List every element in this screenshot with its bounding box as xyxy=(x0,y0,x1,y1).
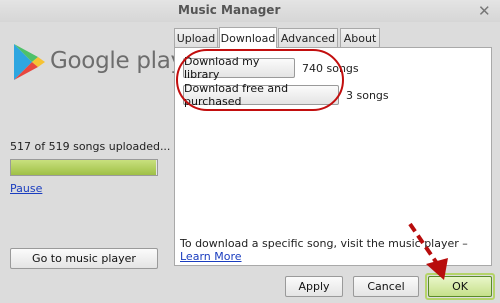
upload-progress-fill xyxy=(11,160,157,175)
google-play-wordmark: Google play xyxy=(50,48,184,74)
tab-about[interactable]: About xyxy=(340,28,380,47)
download-info-text: To download a specific song, visit the m… xyxy=(180,237,480,263)
close-icon[interactable]: ✕ xyxy=(478,2,491,20)
ok-button[interactable]: OK xyxy=(428,276,492,297)
download-my-library-button[interactable]: Download my library xyxy=(183,55,295,81)
upload-progress-bar xyxy=(10,159,158,176)
free-song-count: 3 songs xyxy=(346,89,389,102)
download-free-purchased-button[interactable]: Download free and purchased xyxy=(183,82,339,108)
library-song-count: 740 songs xyxy=(302,62,359,75)
pause-link[interactable]: Pause xyxy=(10,182,42,195)
apply-button[interactable]: Apply xyxy=(285,276,343,297)
tab-download[interactable]: Download xyxy=(219,27,277,48)
google-play-logo-icon xyxy=(14,44,45,80)
cancel-button[interactable]: Cancel xyxy=(353,276,419,297)
window-title: Music Manager xyxy=(178,3,281,17)
learn-more-link[interactable]: Learn More xyxy=(180,250,242,263)
upload-status-text: 517 of 519 songs uploaded... xyxy=(10,140,171,153)
tab-advanced[interactable]: Advanced xyxy=(278,28,338,47)
info-text: To download a specific song, visit the m… xyxy=(180,237,468,250)
title-bar: Music Manager ✕ xyxy=(0,0,500,22)
go-to-music-player-button[interactable]: Go to music player xyxy=(10,248,158,269)
tab-upload[interactable]: Upload xyxy=(174,28,218,47)
